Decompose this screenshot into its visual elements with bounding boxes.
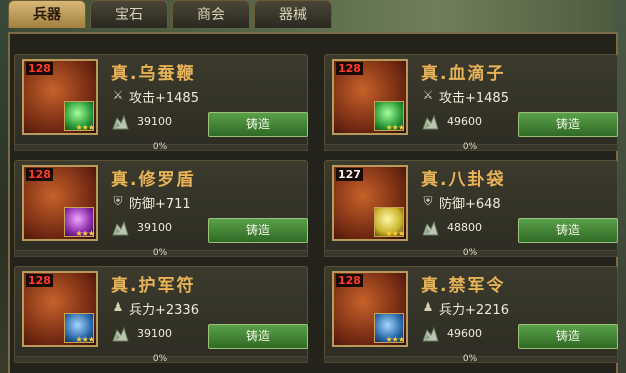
item-name: 真.护军符 [111, 276, 196, 296]
card-body: 128 ★★★ 真.禁军令 ♟ 兵力+2216 49600 铸造 [324, 266, 618, 358]
item-level: 128 [336, 62, 363, 75]
card-body: 128 ★★★ 真.血滴子 ⚔ 攻击+1485 49600 铸造 [324, 54, 618, 146]
forge-button[interactable]: 铸造 [518, 218, 618, 243]
item-stat: 兵力+2216 [439, 303, 509, 318]
item-name: 真.乌蚕鞭 [111, 64, 196, 84]
item-thumbnail[interactable]: 128 ★★★ [22, 271, 98, 347]
item-stat: 防御+648 [439, 197, 501, 212]
item-cost: 39100 [137, 115, 172, 128]
star-rating: ★★★ [75, 335, 94, 344]
ore-icon [112, 326, 129, 342]
star-rating: ★★★ [75, 229, 94, 238]
forge-button[interactable]: 铸造 [208, 324, 308, 349]
star-rating: ★★★ [385, 229, 404, 238]
item-stat: 防御+711 [129, 197, 191, 212]
item-stat: 攻击+1485 [439, 91, 509, 106]
card-body: 128 ★★★ 真.护军符 ♟ 兵力+2336 39100 铸造 [14, 266, 308, 358]
star-rating: ★★★ [75, 123, 94, 132]
soldier-icon: ♟ [112, 300, 124, 314]
forge-progress-label: 0% [462, 354, 478, 364]
forge-item-card: 128 ★★★ 真.禁军令 ♟ 兵力+2216 49600 铸造 0% [320, 254, 620, 364]
soldier-icon: ♟ [422, 300, 434, 314]
item-cost: 39100 [137, 221, 172, 234]
shield-icon: ⛨ [423, 194, 433, 208]
forge-item-card: 128 ★★★ 真.血滴子 ⚔ 攻击+1485 49600 铸造 0% [320, 42, 620, 152]
forge-item-card: 128 ★★★ 真.护军符 ♟ 兵力+2336 39100 铸造 0% [10, 254, 310, 364]
ore-icon [112, 114, 129, 130]
tab-machinery[interactable]: 器械 [254, 0, 332, 28]
item-cost: 49600 [447, 115, 482, 128]
sword-icon: ⚔ [422, 88, 434, 102]
forge-button[interactable]: 铸造 [518, 324, 618, 349]
item-cost: 48800 [447, 221, 482, 234]
item-level: 128 [26, 274, 53, 287]
forge-progress-label: 0% [152, 354, 168, 364]
forge-button[interactable]: 铸造 [518, 112, 618, 137]
forge-item-card: 128 ★★★ 真.修罗盾 ⛨ 防御+711 39100 铸造 0% [10, 148, 310, 258]
star-rating: ★★★ [385, 335, 404, 344]
item-level: 128 [26, 62, 53, 75]
item-stat: 兵力+2336 [129, 303, 199, 318]
forge-button[interactable]: 铸造 [208, 218, 308, 243]
card-body: 127 ★★★ 真.八卦袋 ⛨ 防御+648 48800 铸造 [324, 160, 618, 252]
tab-guild[interactable]: 商会 [172, 0, 250, 28]
item-stat: 攻击+1485 [129, 91, 199, 106]
item-thumbnail[interactable]: 128 ★★★ [332, 271, 408, 347]
forge-item-card: 127 ★★★ 真.八卦袋 ⛨ 防御+648 48800 铸造 0% [320, 148, 620, 258]
item-level: 128 [26, 168, 53, 181]
ore-icon [422, 114, 439, 130]
tab-bar: 兵器 宝石 商会 器械 [8, 0, 332, 30]
item-thumbnail[interactable]: 127 ★★★ [332, 165, 408, 241]
card-body: 128 ★★★ 真.修罗盾 ⛨ 防御+711 39100 铸造 [14, 160, 308, 252]
ore-icon [112, 220, 129, 236]
sword-icon: ⚔ [112, 88, 124, 102]
item-level: 128 [336, 274, 363, 287]
card-body: 128 ★★★ 真.乌蚕鞭 ⚔ 攻击+1485 39100 铸造 [14, 54, 308, 146]
item-thumbnail[interactable]: 128 ★★★ [22, 59, 98, 135]
forge-panel: 128 ★★★ 真.乌蚕鞭 ⚔ 攻击+1485 39100 铸造 0% 128 … [8, 32, 618, 373]
item-name: 真.修罗盾 [111, 170, 196, 190]
item-thumbnail[interactable]: 128 ★★★ [22, 165, 98, 241]
ore-icon [422, 220, 439, 236]
star-rating: ★★★ [385, 123, 404, 132]
forge-button[interactable]: 铸造 [208, 112, 308, 137]
tab-weapons[interactable]: 兵器 [8, 0, 86, 28]
item-thumbnail[interactable]: 128 ★★★ [332, 59, 408, 135]
item-level: 127 [336, 168, 363, 181]
item-cost: 39100 [137, 327, 172, 340]
shield-icon: ⛨ [113, 194, 123, 208]
item-name: 真.八卦袋 [421, 170, 506, 190]
tab-gems[interactable]: 宝石 [90, 0, 168, 28]
ore-icon [422, 326, 439, 342]
item-cost: 49600 [447, 327, 482, 340]
forge-item-card: 128 ★★★ 真.乌蚕鞭 ⚔ 攻击+1485 39100 铸造 0% [10, 42, 310, 152]
item-name: 真.血滴子 [421, 64, 506, 84]
item-name: 真.禁军令 [421, 276, 506, 296]
